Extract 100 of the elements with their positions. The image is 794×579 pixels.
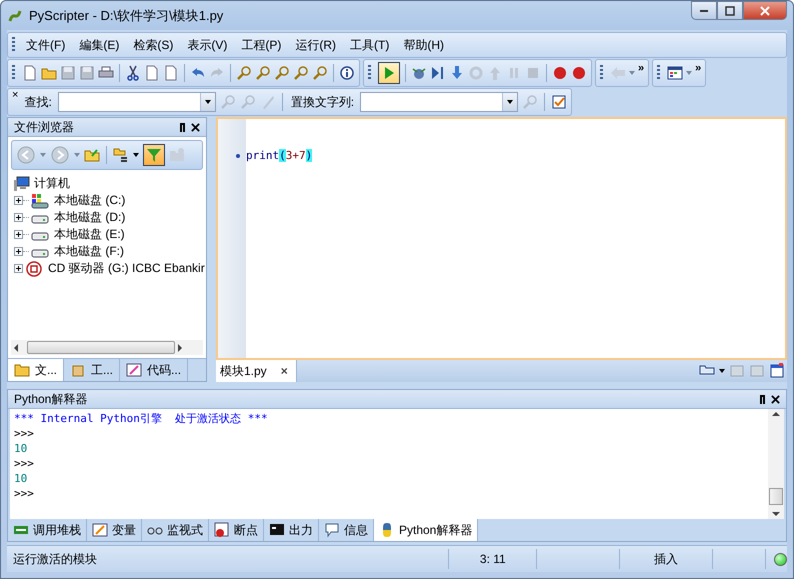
menu-item[interactable]: 帮助(H) bbox=[396, 36, 451, 54]
magnifier-icon[interactable] bbox=[312, 65, 328, 81]
info-icon[interactable] bbox=[339, 65, 355, 81]
menu-item[interactable]: 編集(E) bbox=[72, 36, 126, 54]
magnifier-icon[interactable] bbox=[274, 65, 290, 81]
cursor-position: 3: 11 bbox=[478, 552, 507, 566]
horizontal-scrollbar[interactable] bbox=[11, 340, 203, 355]
panel-tab[interactable]: 文... bbox=[8, 359, 64, 381]
magnifier-icon[interactable] bbox=[236, 65, 252, 81]
checklist-icon[interactable] bbox=[551, 94, 568, 110]
breakpoint-icon[interactable] bbox=[552, 65, 568, 81]
menu-item[interactable]: 工具(T) bbox=[343, 36, 396, 54]
vertical-scrollbar[interactable] bbox=[768, 409, 784, 519]
forward-icon[interactable] bbox=[50, 145, 70, 165]
overflow-chevron[interactable]: » bbox=[695, 62, 702, 74]
close-icon[interactable]: × bbox=[280, 364, 288, 378]
scroll-right-icon[interactable] bbox=[178, 344, 182, 352]
find-field[interactable] bbox=[58, 92, 216, 112]
page-icon[interactable] bbox=[163, 65, 179, 81]
replace-field[interactable] bbox=[360, 92, 518, 112]
window-layout-icon[interactable] bbox=[667, 65, 684, 81]
tree-item[interactable]: 本地磁盘 (D:) bbox=[31, 209, 126, 226]
tree-item[interactable]: CD 驱动器 (G:) ICBC Ebankir bbox=[25, 260, 205, 277]
code-editor[interactable]: print(3+7) bbox=[216, 117, 787, 360]
tree-item[interactable]: 本地磁盘 (C:) bbox=[31, 192, 126, 209]
minimize-button[interactable] bbox=[691, 1, 717, 20]
folder-tree-icon[interactable] bbox=[113, 147, 129, 163]
menu-item[interactable]: 文件(F) bbox=[19, 36, 72, 54]
back-icon[interactable] bbox=[16, 145, 36, 165]
panel-tab[interactable]: 变量 bbox=[87, 519, 142, 541]
console-line: 10 bbox=[14, 471, 28, 486]
console-line: >>> bbox=[14, 486, 35, 501]
close-icon[interactable] bbox=[771, 394, 780, 404]
editor-tab[interactable]: 模块1.py × bbox=[216, 360, 297, 382]
filter-button[interactable] bbox=[143, 144, 165, 166]
breakpoint-icon[interactable] bbox=[571, 65, 587, 81]
tree-item[interactable]: 本地磁盘 (F:) bbox=[31, 243, 124, 260]
drive-icon bbox=[31, 215, 49, 224]
pin-icon[interactable] bbox=[180, 122, 185, 132]
line-marker-icon bbox=[236, 154, 240, 158]
expand-toggle[interactable] bbox=[14, 213, 23, 222]
tree-item[interactable]: 本地磁盘 (E:) bbox=[31, 226, 125, 243]
down-arrow-icon[interactable] bbox=[449, 65, 465, 81]
window-icon bbox=[92, 522, 108, 538]
folder-icon bbox=[14, 362, 30, 378]
overflow-chevron[interactable]: » bbox=[638, 62, 644, 74]
scroll-left-icon[interactable] bbox=[14, 344, 18, 352]
pin-icon[interactable] bbox=[760, 394, 765, 404]
panel-tab[interactable]: 代码... bbox=[120, 359, 188, 381]
insert-mode: 插入 bbox=[653, 550, 680, 568]
disc-icon bbox=[25, 260, 43, 276]
panel-title: 文件浏览器 bbox=[14, 118, 75, 136]
close-icon[interactable] bbox=[191, 122, 200, 132]
folder-icon[interactable] bbox=[84, 147, 100, 163]
panel-tab[interactable]: 调用堆栈 bbox=[8, 519, 87, 541]
scroll-up-icon[interactable] bbox=[772, 412, 780, 416]
close-button[interactable] bbox=[743, 1, 787, 20]
console-line: >>> bbox=[14, 426, 35, 441]
page-icon[interactable] bbox=[22, 65, 38, 81]
drive-icon bbox=[31, 249, 49, 258]
menu-item[interactable]: 检索(S) bbox=[126, 36, 180, 54]
panel-tab[interactable]: 工... bbox=[64, 359, 120, 381]
expand-toggle[interactable] bbox=[14, 247, 23, 256]
run-button[interactable] bbox=[378, 62, 400, 84]
menu-item[interactable]: 表示(V) bbox=[180, 36, 234, 54]
caret-icon[interactable] bbox=[133, 153, 139, 157]
panel-tab[interactable]: Python解释器 bbox=[374, 519, 478, 541]
scissors-icon[interactable] bbox=[125, 65, 141, 81]
scroll-thumb[interactable] bbox=[769, 488, 783, 505]
console-icon bbox=[269, 522, 285, 538]
menu-item[interactable]: 运行(R) bbox=[288, 36, 343, 54]
menu-item[interactable]: 工程(P) bbox=[234, 36, 288, 54]
panel-tab[interactable]: 断点 bbox=[209, 519, 264, 541]
code-line: print(3+7) bbox=[246, 149, 312, 162]
caret-icon[interactable] bbox=[719, 369, 725, 373]
breakpoint-icon bbox=[214, 522, 230, 538]
scroll-down-icon[interactable] bbox=[772, 512, 780, 516]
drive-icon bbox=[31, 232, 49, 241]
console-line: >>> bbox=[14, 456, 35, 471]
console-output[interactable]: *** Internal Python引擎 处于激活状态 *** >>> 10 >>> 10 >>> bbox=[10, 409, 784, 519]
step-icon[interactable] bbox=[430, 65, 446, 81]
expand-toggle[interactable] bbox=[14, 230, 23, 239]
expand-toggle[interactable] bbox=[14, 196, 23, 205]
filter-icon bbox=[147, 148, 161, 162]
magnifier-icon[interactable] bbox=[293, 65, 309, 81]
maximize-icon bbox=[725, 6, 735, 16]
minimize-icon bbox=[699, 8, 709, 12]
close-icon bbox=[760, 6, 770, 16]
window-icon[interactable] bbox=[769, 363, 785, 379]
close-button[interactable]: × bbox=[12, 89, 18, 101]
drive-icon bbox=[31, 192, 49, 208]
tree-item[interactable]: 计算机 bbox=[14, 175, 200, 192]
page-icon[interactable] bbox=[144, 65, 160, 81]
panel-tab[interactable]: 出力 bbox=[264, 519, 319, 541]
maximize-button[interactable] bbox=[717, 1, 743, 20]
window-title: PyScripter - D:\软件学习\模块1.py bbox=[29, 6, 224, 24]
panel-tab[interactable]: 监视式 bbox=[142, 519, 209, 541]
bubble-icon bbox=[324, 522, 340, 538]
expand-toggle[interactable] bbox=[14, 264, 23, 273]
magnifier-icon[interactable] bbox=[255, 65, 271, 81]
